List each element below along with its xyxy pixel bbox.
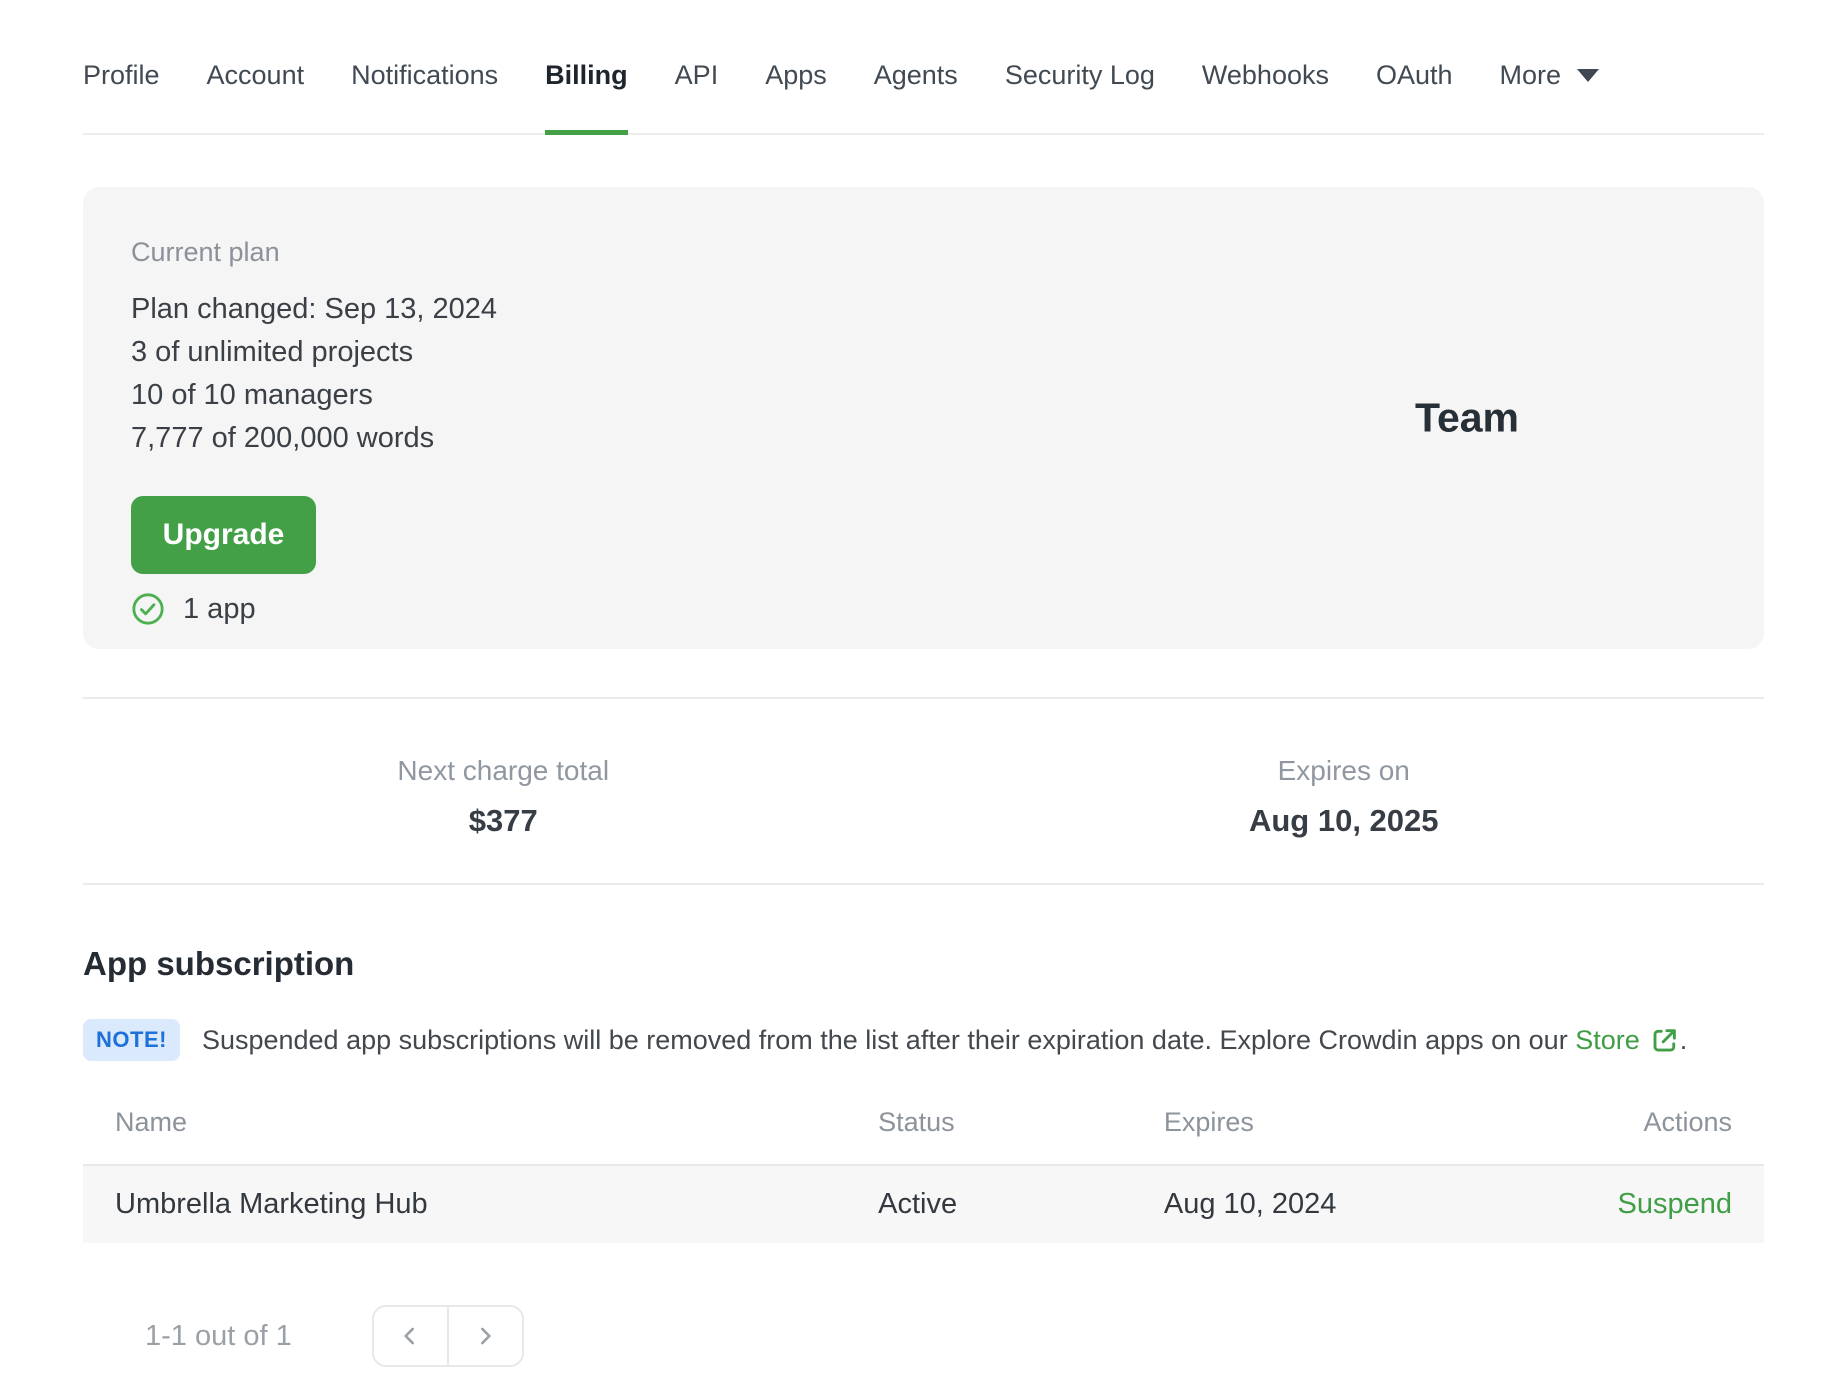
- column-header-name: Name: [115, 1107, 188, 1137]
- tab-oauth[interactable]: OAuth: [1376, 60, 1453, 133]
- suspend-link[interactable]: Suspend: [1618, 1188, 1733, 1220]
- app-subscription-title: App subscription: [83, 945, 355, 982]
- tab-more[interactable]: More: [1500, 60, 1600, 133]
- store-link[interactable]: Store: [1575, 1025, 1680, 1056]
- expires-on-label: Expires on: [1277, 755, 1410, 786]
- previous-page-button[interactable]: [371, 1305, 449, 1367]
- store-link-label: Store: [1575, 1024, 1640, 1055]
- settings-page: Profile Account Notifications Billing AP…: [83, 0, 1764, 1367]
- caret-down-icon: [1577, 69, 1600, 82]
- pager-buttons: [371, 1305, 524, 1367]
- tab-profile[interactable]: Profile: [83, 60, 160, 133]
- billing-summary: Next charge total $377 Expires on Aug 10…: [83, 697, 1764, 885]
- chevron-right-icon: [481, 1327, 491, 1345]
- tab-apps[interactable]: Apps: [765, 60, 827, 133]
- column-header-actions: Actions: [1643, 1107, 1732, 1137]
- current-plan-label: Current plan: [131, 237, 280, 267]
- next-page-button[interactable]: [446, 1305, 524, 1367]
- apps-count-row: 1 app: [131, 592, 1716, 626]
- tab-agents[interactable]: Agents: [874, 60, 958, 133]
- tab-security-log[interactable]: Security Log: [1005, 60, 1155, 133]
- subscription-name: Umbrella Marketing Hub: [83, 1165, 879, 1243]
- tab-api[interactable]: API: [675, 60, 719, 133]
- note-text: Suspended app subscriptions will be remo…: [202, 1025, 1687, 1056]
- tab-more-label: More: [1499, 60, 1562, 90]
- tab-billing[interactable]: Billing: [545, 60, 628, 135]
- chevron-left-icon: [404, 1327, 415, 1345]
- check-circle-icon: [132, 593, 164, 625]
- subscription-expires: Aug 10, 2024: [1163, 1165, 1534, 1243]
- next-charge-cell: Next charge total $377: [83, 755, 924, 839]
- pagination-info: 1-1 out of 1: [145, 1319, 292, 1352]
- projects-usage: 3 of unlimited projects: [131, 336, 414, 368]
- apps-count-label: 1 app: [183, 592, 256, 625]
- plan-changed-date: Plan changed: Sep 13, 2024: [131, 293, 498, 325]
- pagination: 1-1 out of 1: [83, 1305, 1764, 1367]
- note-text-before: Suspended app subscriptions will be remo…: [201, 1024, 1576, 1055]
- table-row: Umbrella Marketing Hub Active Aug 10, 20…: [83, 1165, 1764, 1243]
- app-subscription-table: Name Status Expires Actions Umbrella Mar…: [83, 1089, 1764, 1243]
- tab-notifications[interactable]: Notifications: [351, 60, 498, 133]
- subscription-note: NOTE! Suspended app subscriptions will b…: [83, 1019, 1764, 1061]
- external-link-icon: [1653, 1029, 1676, 1052]
- expires-on-cell: Expires on Aug 10, 2025: [924, 755, 1765, 839]
- table-header-row: Name Status Expires Actions: [83, 1089, 1764, 1165]
- subscription-status: Active: [878, 1165, 1164, 1243]
- current-plan-card: Current plan Plan changed: Sep 13, 2024 …: [83, 187, 1764, 649]
- note-badge: NOTE!: [83, 1019, 180, 1061]
- tab-account[interactable]: Account: [207, 60, 305, 133]
- settings-tabs: Profile Account Notifications Billing AP…: [83, 0, 1764, 135]
- next-charge-label: Next charge total: [397, 755, 610, 786]
- note-text-after: .: [1679, 1024, 1688, 1055]
- tab-webhooks[interactable]: Webhooks: [1202, 60, 1329, 133]
- column-header-status: Status: [878, 1107, 955, 1137]
- expires-on-value: Aug 10, 2025: [1248, 803, 1439, 838]
- column-header-expires: Expires: [1163, 1107, 1254, 1137]
- plan-name: Team: [1414, 394, 1519, 441]
- next-charge-value: $377: [468, 803, 538, 838]
- upgrade-button[interactable]: Upgrade: [131, 496, 316, 574]
